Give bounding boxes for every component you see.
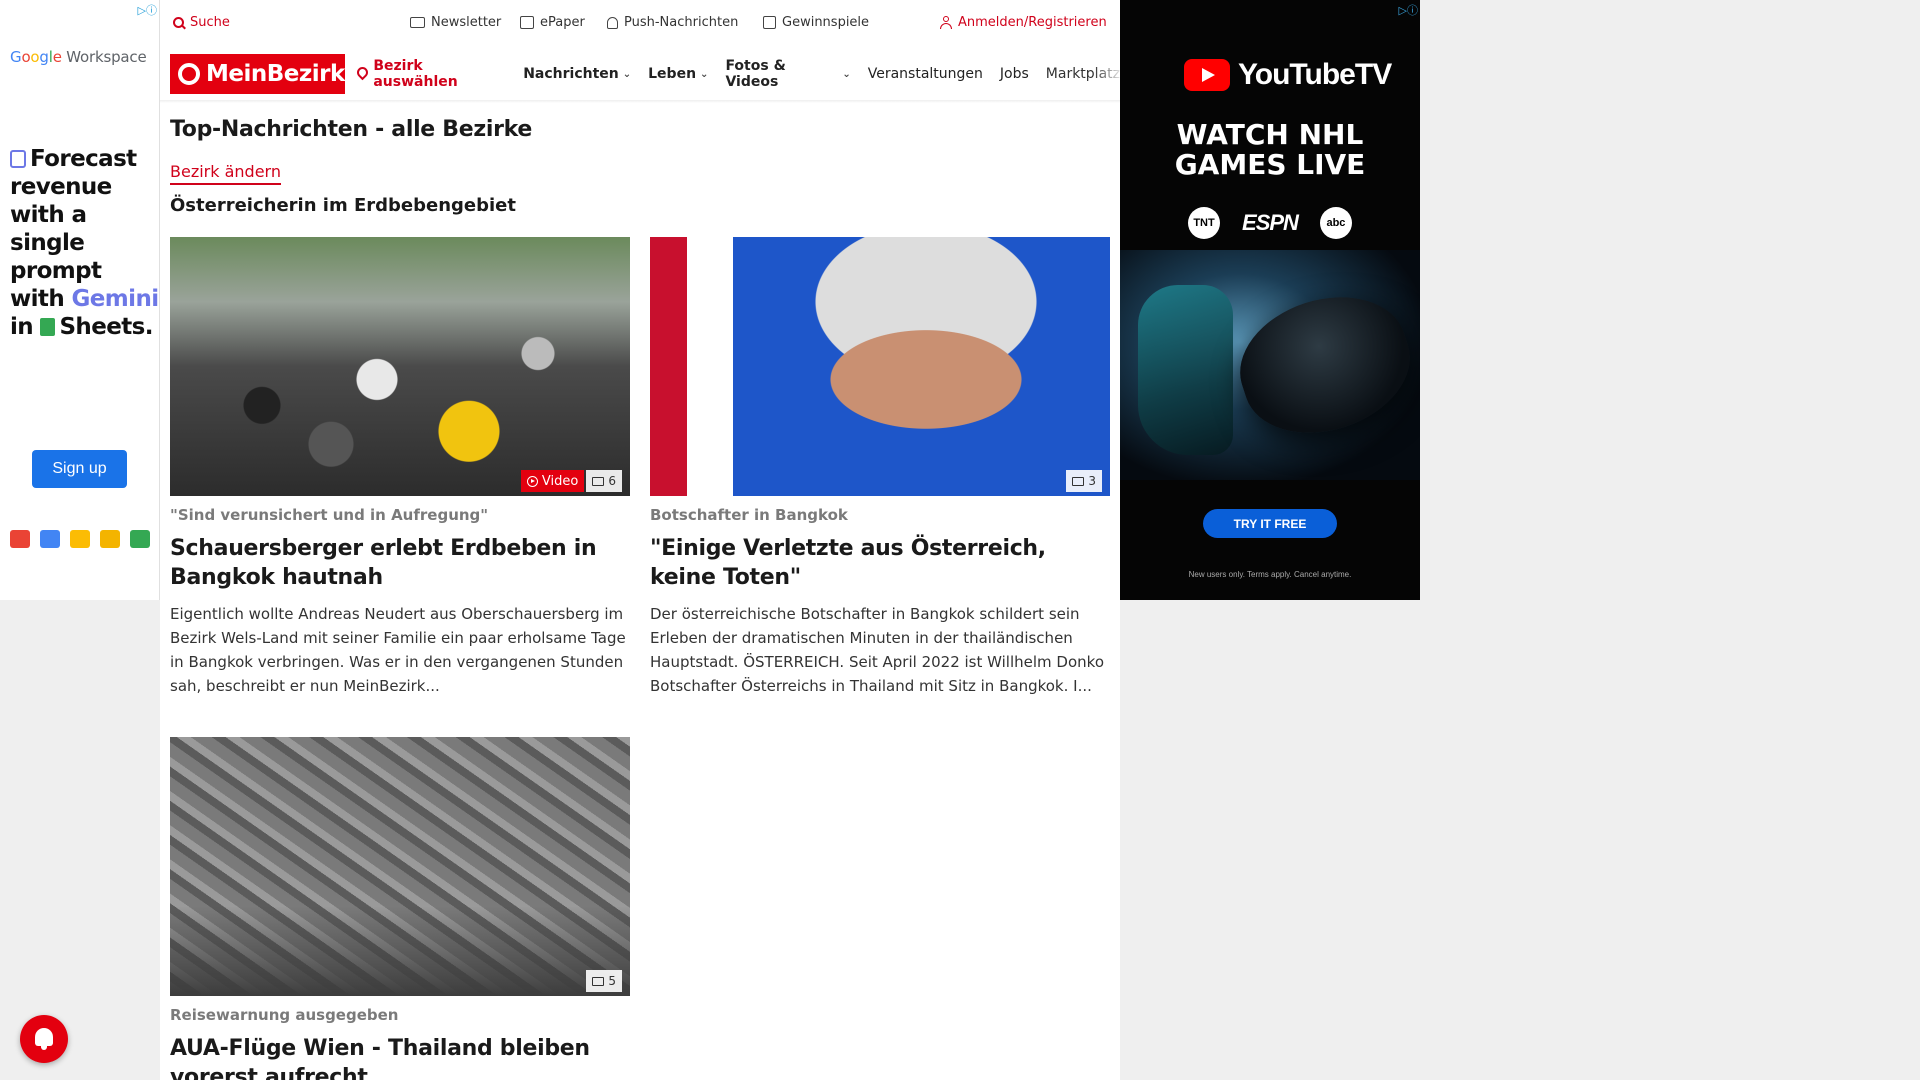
chevron-down-icon: ⌄ bbox=[842, 68, 851, 80]
logo-gear-icon bbox=[178, 63, 200, 85]
mail-icon bbox=[410, 17, 425, 28]
select-region-button[interactable]: Bezirk auswählen bbox=[357, 58, 506, 90]
chevron-down-icon: ⌄ bbox=[700, 68, 709, 80]
gallery-icon bbox=[592, 976, 605, 986]
media-badges: Video 6 bbox=[520, 470, 622, 492]
search-link[interactable]: Suche bbox=[173, 15, 230, 30]
sheets-icon bbox=[40, 318, 56, 336]
video-badge: Video bbox=[520, 470, 585, 492]
newspaper-icon bbox=[520, 16, 534, 29]
article-teaser: Eigentlich wollte Andreas Neudert aus Ob… bbox=[170, 605, 626, 695]
adchoices-icon[interactable]: ▷ⓘ bbox=[138, 2, 157, 18]
main-navigation: MeinBezirk Bezirk auswählen Nachrichten ⌄… bbox=[170, 54, 1120, 94]
login-register-link[interactable]: Anmelden/Registrieren bbox=[940, 15, 1107, 30]
article-image-traffic[interactable]: Video 6 bbox=[170, 237, 630, 496]
right-ad-youtube-tv[interactable]: ▷ⓘ YouTubeTV WATCH NHL GAMES LIVE TNT ES… bbox=[1120, 0, 1420, 600]
media-badges: 3 bbox=[1066, 470, 1102, 492]
try-it-free-button[interactable]: TRY IT FREE bbox=[1203, 509, 1337, 538]
ad-headline: WATCH NHL GAMES LIVE bbox=[1174, 118, 1366, 181]
meet-icon bbox=[130, 530, 150, 548]
article-headline[interactable]: "Einige Verletzte aus Österreich, keine … bbox=[650, 534, 1110, 592]
user-icon bbox=[940, 16, 952, 29]
bell-icon bbox=[607, 16, 618, 29]
nav-leben[interactable]: Leben ⌄ bbox=[648, 66, 708, 82]
article-image-rubble[interactable]: 5 bbox=[170, 737, 630, 996]
notification-bell-button[interactable] bbox=[20, 1015, 68, 1063]
keep-icon bbox=[100, 530, 120, 548]
nav-jobs[interactable]: Jobs bbox=[1000, 66, 1029, 82]
article-card[interactable]: 3 Botschafter in Bangkok "Einige Verletz… bbox=[650, 237, 1110, 698]
drive-icon bbox=[70, 530, 90, 548]
article-image-portrait[interactable]: 3 bbox=[650, 237, 1110, 496]
youtube-tv-logo: YouTubeTV bbox=[1184, 58, 1392, 92]
media-badges: 5 bbox=[586, 970, 622, 992]
gallery-icon bbox=[1072, 476, 1085, 486]
nav-veranstaltungen[interactable]: Veranstaltungen bbox=[868, 66, 983, 82]
epaper-link[interactable]: ePaper bbox=[520, 15, 585, 30]
article-teaser: Der österreichische Botschafter in Bangk… bbox=[650, 605, 1104, 695]
image-count-badge: 5 bbox=[586, 970, 622, 992]
espn-logo: ESPN bbox=[1242, 210, 1299, 235]
nav-nachrichten[interactable]: Nachrichten ⌄ bbox=[523, 66, 631, 82]
gift-icon bbox=[763, 16, 776, 29]
gallery-icon bbox=[592, 476, 605, 486]
calendar-icon bbox=[40, 530, 60, 548]
ad-fine-print: New users only. Terms apply. Cancel anyt… bbox=[1188, 570, 1352, 579]
meinbezirk-logo[interactable]: MeinBezirk bbox=[170, 54, 345, 94]
article-headline[interactable]: AUA-Flüge Wien - Thailand bleiben vorers… bbox=[170, 1034, 630, 1080]
change-region-link[interactable]: Bezirk ändern bbox=[170, 162, 281, 185]
image-count-badge: 6 bbox=[586, 470, 622, 492]
ad-headline: Forecast revenue with a single prompt wi… bbox=[10, 146, 159, 340]
network-logos: TNT ESPN abc bbox=[1120, 207, 1420, 239]
google-workspace-logo: Google Workspace bbox=[10, 48, 147, 66]
hockey-player-image bbox=[1138, 285, 1233, 455]
abc-logo: abc bbox=[1319, 207, 1352, 239]
article-card[interactable]: Video 6 "Sind verunsichert und in Aufreg… bbox=[170, 237, 630, 698]
chevron-down-icon: ⌄ bbox=[622, 68, 632, 80]
play-icon bbox=[526, 475, 538, 487]
page-title: Top-Nachrichten - alle Bezirke bbox=[170, 117, 533, 142]
nav-marktplatz[interactable]: Marktplatz bbox=[1046, 66, 1120, 84]
gewinnspiele-link[interactable]: Gewinnspiele bbox=[763, 15, 869, 30]
section-title[interactable]: Österreicherin im Erdbebengebiet bbox=[170, 195, 516, 216]
image-count-badge: 3 bbox=[1066, 470, 1102, 492]
article-kicker: Reisewarnung ausgegeben bbox=[170, 1006, 399, 1024]
tnt-logo: TNT bbox=[1188, 207, 1221, 239]
location-pin-icon bbox=[357, 67, 368, 81]
main-content: Suche Newsletter ePaper Push-Nachrichten… bbox=[160, 0, 1120, 1080]
youtube-play-icon bbox=[1184, 59, 1230, 91]
bell-icon bbox=[35, 1028, 53, 1050]
gemini-sparkle-icon bbox=[10, 150, 26, 168]
article-headline[interactable]: Schauersberger erlebt Erdbeben in Bangko… bbox=[170, 534, 630, 592]
adchoices-icon[interactable]: ▷ⓘ bbox=[1399, 2, 1418, 18]
search-icon bbox=[173, 17, 184, 28]
left-ad-google-workspace[interactable]: ▷ⓘ Google Workspace Forecast revenue wit… bbox=[0, 0, 160, 600]
ad-signup-button[interactable]: Sign up bbox=[32, 450, 127, 488]
article-kicker: "Sind verunsichert und in Aufregung" bbox=[170, 506, 489, 524]
article-kicker: Botschafter in Bangkok bbox=[650, 506, 848, 524]
nav-divider bbox=[160, 100, 1120, 103]
article-card[interactable]: 5 Reisewarnung ausgegeben AUA-Flüge Wien… bbox=[170, 737, 630, 1080]
newsletter-link[interactable]: Newsletter bbox=[410, 15, 501, 30]
gmail-icon bbox=[10, 530, 30, 548]
top-bar: Suche Newsletter ePaper Push-Nachrichten… bbox=[160, 0, 1120, 46]
push-notifications-link[interactable]: Push-Nachrichten bbox=[607, 15, 738, 30]
nav-fotos-videos[interactable]: Fotos & Videos ⌄ bbox=[725, 58, 850, 90]
workspace-app-icons bbox=[10, 530, 150, 548]
